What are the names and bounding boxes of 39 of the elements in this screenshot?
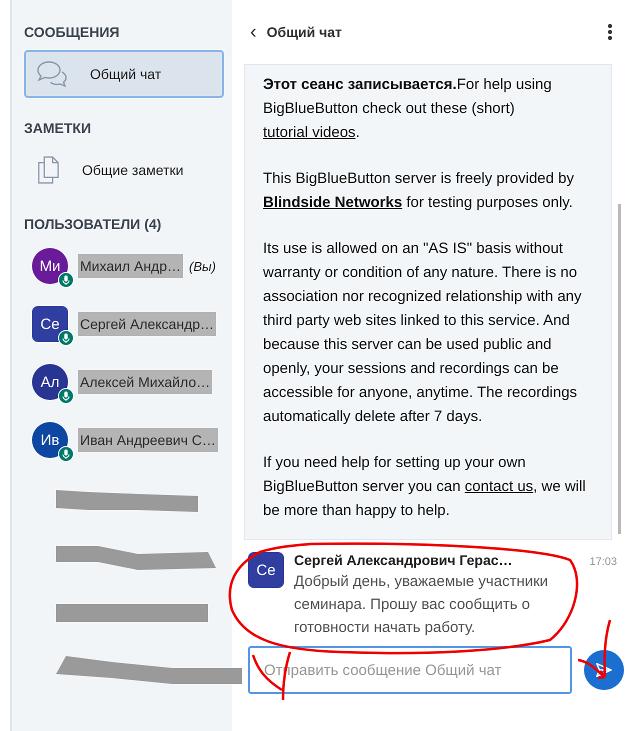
- user-avatar[interactable]: Ми: [32, 248, 68, 284]
- text-link[interactable]: contact us: [464, 478, 534, 495]
- user-avatar: Се: [248, 552, 284, 588]
- send-button[interactable]: [584, 650, 624, 690]
- more-options-icon[interactable]: [607, 23, 613, 41]
- microphone-icon: [58, 272, 74, 288]
- chat-bubbles-icon: [36, 60, 68, 88]
- chat-title: Общий чат: [266, 24, 343, 40]
- text-link[interactable]: Blindside Networks: [263, 194, 402, 211]
- message-author: Сергей Александрович Герас…: [294, 552, 513, 568]
- section-heading: ЗАМЕТКИ: [24, 120, 92, 136]
- message-text: Добрый день, уважаемые участники семинара. Прошу вас сообщить о готовности начать работу.: [294, 572, 550, 638]
- redacted-user-name[interactable]: Сергей Александр…: [78, 312, 216, 336]
- text-link[interactable]: tutorial videos: [263, 124, 356, 141]
- section-heading: СООБЩЕНИЯ: [24, 24, 120, 40]
- microphone-icon: [58, 330, 74, 346]
- you-label: (Вы): [189, 258, 216, 274]
- annotation-arrow: [576, 618, 612, 680]
- section-heading: ПОЛЬЗОВАТЕЛИ: [24, 216, 140, 232]
- chat-item[interactable]: Общий чат: [24, 50, 224, 98]
- welcome-paragraph: Its use is allowed on an "AS IS" basis without warranty or condition of any nature. There is no association nor recognized relationship with any third party web sites linked to this service. And because this server can be used public and openly, your sessions and recordings can be accessible for anyone, anytime. The recordings automatically delete after 7 days.: [263, 239, 583, 427]
- user-count: (4): [144, 216, 162, 232]
- user-avatar[interactable]: Ал: [32, 364, 68, 400]
- user-avatar[interactable]: Се: [32, 306, 68, 342]
- welcome-paragraph: This BigBlueButton server is freely provided by Blindside Networks for testing purposes only.: [263, 169, 575, 213]
- welcome-paragraph: If you need help for setting up your own BigBlueButton server you can contact us, we will be more than happy to help.: [263, 453, 587, 521]
- documents-icon: [36, 155, 60, 185]
- message-time: 17:03: [589, 556, 617, 568]
- microphone-icon: [58, 388, 74, 404]
- microphone-icon: [58, 446, 74, 462]
- redacted-user-name[interactable]: Иван Андреевич С…: [78, 428, 218, 452]
- redacted-user-name[interactable]: Михаил Андр…: [78, 254, 184, 278]
- redacted-user-name[interactable]: Алексей Михайло…: [78, 370, 212, 394]
- notes-item[interactable]: Общие заметки: [24, 146, 224, 194]
- welcome-paragraph: Этот сеанс записывается.For help using BigBlueButton check out these (short) tutorial videos.: [263, 75, 553, 143]
- back-button[interactable]: ‹: [244, 20, 263, 44]
- user-avatar[interactable]: Ив: [32, 422, 68, 458]
- scrollbar[interactable]: [618, 204, 621, 534]
- send-icon: [595, 661, 613, 679]
